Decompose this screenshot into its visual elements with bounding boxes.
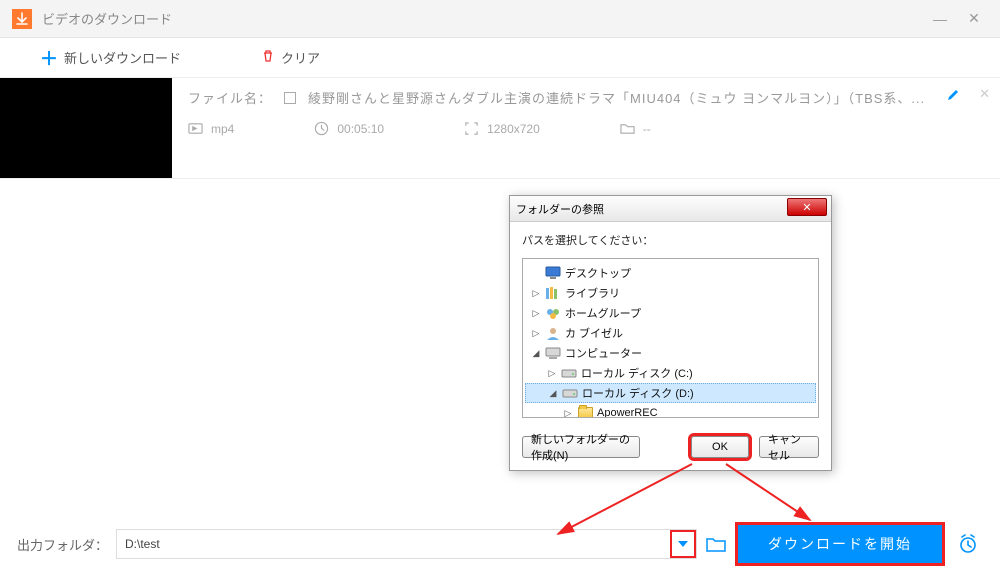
expand-icon[interactable]: ▷ [547,368,557,379]
library-icon [545,286,561,300]
tree-row[interactable]: ◢ コンピューター [525,343,816,363]
start-download-button[interactable]: ダウンロードを開始 [735,522,945,566]
resolution-item: 1280x720 [464,121,540,136]
dialog-buttons: 新しいフォルダーの作成(N) OK キャンセル [510,426,831,470]
duration-value: 00:05:10 [337,122,384,136]
dialog-body: パスを選択してください： デスクトップ ▷ ライブラリ ▷ ホームグループ ▷ カ ブイゼル… [510,222,831,426]
filename-checkbox[interactable] [284,92,296,104]
resolution-icon [464,121,479,136]
expand-icon[interactable]: ▷ [531,328,541,339]
dialog-close-button[interactable]: ✕ [787,198,827,216]
new-download-button[interactable]: ＋ 新しいダウンロード [40,45,181,71]
resolution-value: 1280x720 [487,122,540,136]
download-item: ファイル名： 綾野剛さんと星野源さんダブル主演の連続ドラマ「MIU404（ミュウ… [0,78,1000,179]
computer-icon [545,346,561,360]
folder-icon [577,406,593,418]
dialog-hint: パスを選択してください： [522,232,819,248]
close-button[interactable]: ✕ [960,5,988,33]
video-thumbnail[interactable] [0,78,172,178]
ok-button[interactable]: OK [691,436,749,458]
clock-icon [314,121,329,136]
filename-row: ファイル名： 綾野剛さんと星野源さんダブル主演の連続ドラマ「MIU404（ミュウ… [188,88,984,107]
clear-button[interactable]: クリア [261,48,320,67]
tree-row[interactable]: ◢ ローカル ディスク (D:) [525,383,816,403]
tree-row[interactable]: ▷ ライブラリ [525,283,816,303]
expand-icon[interactable]: ▷ [563,408,573,419]
app-icon [12,9,32,29]
cancel-label: キャンセル [768,431,810,463]
tree-row[interactable]: ▷ ホームグループ [525,303,816,323]
duration-item: 00:05:10 [314,121,384,136]
app-title: ビデオのダウンロード [42,9,920,28]
filename-prefix: ファイル名： [188,88,272,107]
minimize-button[interactable]: — [926,5,954,33]
output-label: 出力フォルダ： [17,535,108,554]
tree-label: ライブラリ [565,285,620,301]
dest-item: -- [620,121,651,136]
toolbar: ＋ 新しいダウンロード クリア [0,38,1000,78]
homegroup-icon [545,306,561,320]
bottom-bar: 出力フォルダ： ダウンロードを開始 [17,522,983,566]
edit-icon[interactable] [946,88,960,105]
user-icon [545,326,561,340]
tree-row[interactable]: ▷ ApowerREC [525,403,816,418]
new-download-label: 新しいダウンロード [64,48,181,67]
expand-icon[interactable]: ▷ [531,308,541,319]
folder-browse-dialog: フォルダーの参照 ✕ パスを選択してください： デスクトップ ▷ ライブラリ ▷ ホーム… [509,195,832,471]
tree-label: コンピューター [565,345,642,361]
new-folder-button[interactable]: 新しいフォルダーの作成(N) [522,436,640,458]
expand-icon[interactable]: ◢ [531,348,541,359]
tree-row[interactable]: デスクトップ [525,263,816,283]
folder-icon [620,121,635,136]
format-value: mp4 [211,122,234,136]
output-path-input[interactable] [125,537,688,551]
tree-row[interactable]: ▷ カ ブイゼル [525,323,816,343]
filename-text: 綾野剛さんと星野源さんダブル主演の連続ドラマ「MIU404（ミュウ ヨンマルヨン… [308,88,925,107]
folder-tree[interactable]: デスクトップ ▷ ライブラリ ▷ ホームグループ ▷ カ ブイゼル ◢ コンピューター ▷ ローカル… [522,258,819,418]
tree-label: ローカル ディスク (D:) [582,385,694,401]
remove-item-button[interactable]: ✕ [979,86,990,102]
trash-icon [261,49,275,66]
meta-row: mp4 00:05:10 1280x720 -- [188,121,984,136]
new-folder-label: 新しいフォルダーの作成(N) [531,431,631,463]
tree-label: ホームグループ [565,305,641,321]
tree-row[interactable]: ▷ ローカル ディスク (C:) [525,363,816,383]
dialog-title: フォルダーの参照 [516,201,604,217]
expand-icon[interactable]: ▷ [531,288,541,299]
tree-label: ApowerREC [597,407,658,418]
download-info: ファイル名： 綾野剛さんと星野源さんダブル主演の連続ドラマ「MIU404（ミュウ… [172,78,1000,178]
format-icon [188,121,203,136]
clear-label: クリア [281,48,320,67]
dest-value: -- [643,122,651,136]
browse-folder-button[interactable] [705,533,727,555]
drive-icon [561,366,577,380]
cancel-button[interactable]: キャンセル [759,436,819,458]
tree-label: デスクトップ [565,265,631,281]
tree-label: ローカル ディスク (C:) [581,365,693,381]
ok-label: OK [712,441,728,453]
plus-icon: ＋ [40,45,58,71]
titlebar: ビデオのダウンロード — ✕ [0,0,1000,38]
tree-label: カ ブイゼル [565,325,623,341]
output-dropdown-button[interactable] [670,530,696,558]
expand-icon[interactable]: ◢ [548,388,558,399]
start-download-label: ダウンロードを開始 [768,534,912,554]
desktop-icon [545,266,561,280]
format-item: mp4 [188,121,234,136]
dialog-titlebar[interactable]: フォルダーの参照 ✕ [510,196,831,222]
schedule-button[interactable] [953,529,983,559]
output-path-wrap [116,529,697,559]
drive-icon [562,386,578,400]
